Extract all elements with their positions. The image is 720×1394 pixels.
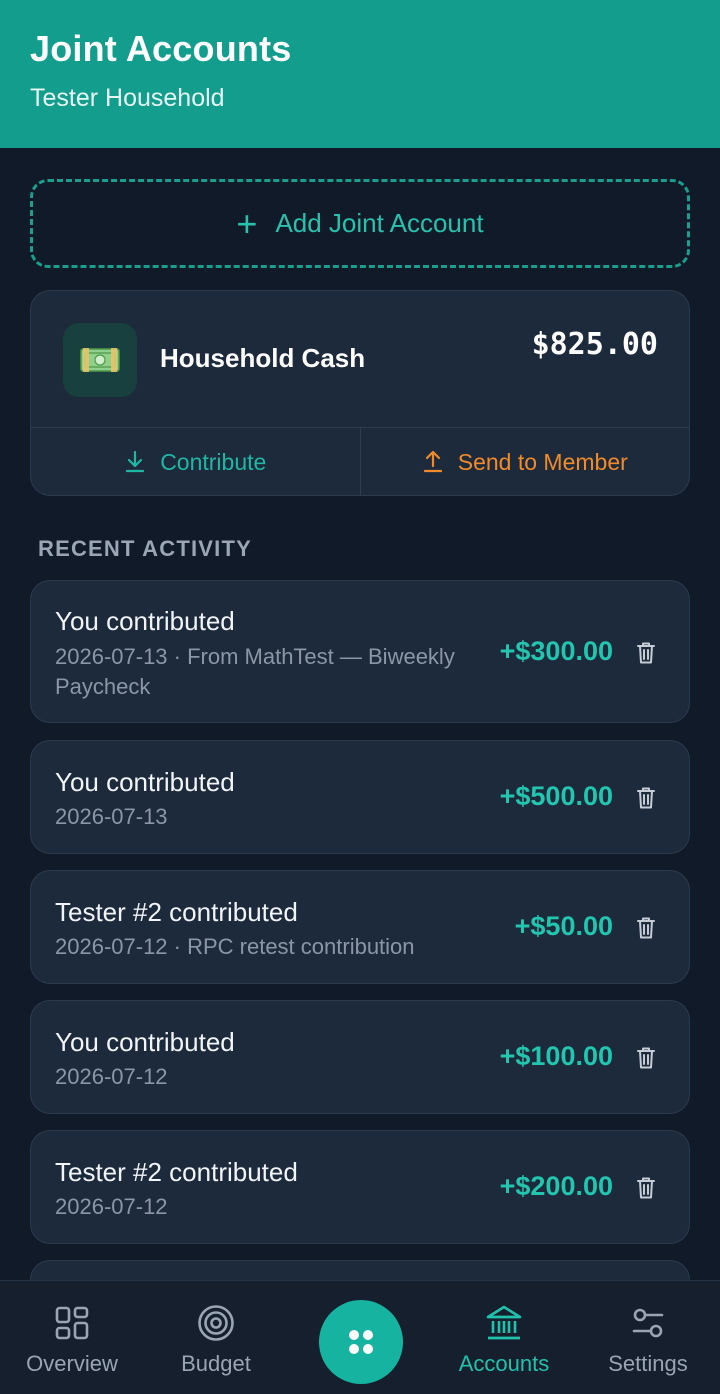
send-to-member-label: Send to Member [457,448,628,475]
app-header: Joint Accounts Tester Household [0,0,720,148]
nav-accounts-label: Accounts [458,1351,550,1376]
dots-grid-icon [349,1330,373,1354]
page-title: Joint Accounts [30,28,292,69]
nav-settings-label: Settings [608,1351,688,1376]
download-icon [126,450,145,473]
activity-meta: 2026-07-12 [55,1064,168,1089]
sliders-icon [630,1303,666,1343]
activity-meta: 2026-07-12 [55,1194,168,1219]
activity-amount: +$200.00 [499,1171,613,1201]
send-to-member-button[interactable]: Send to Member [361,428,690,495]
activity-item: Tester #2 contributed 2026-07-12 · RPC r… [30,870,690,984]
contribute-button[interactable]: Contribute [31,428,361,495]
trash-icon[interactable] [635,1046,657,1070]
activity-amount: +$100.00 [499,1041,613,1071]
activity-meta: 2026-07-13 [55,804,168,829]
activity-meta: 2026-07-13 · From MathTest — Biweekly Pa… [55,644,455,699]
add-joint-account-label: Add Joint Account [275,208,484,238]
account-balance: $825.00 [531,327,658,362]
activity-meta: 2026-07-12 · RPC retest contribution [55,934,415,959]
trash-icon[interactable] [635,1176,657,1200]
activity-who: You contributed [55,606,235,636]
activity-who: Tester #2 contributed [55,1157,298,1187]
activity-amount: +$500.00 [499,781,613,811]
add-joint-account-button[interactable]: + Add Joint Account [30,179,690,268]
household-name: Tester Household [30,84,225,112]
cash-icon [63,323,137,397]
nav-settings[interactable]: Settings [576,1281,720,1394]
nav-accounts[interactable]: Accounts [432,1281,576,1394]
activity-item: You contributed 2026-07-13 +$500.00 [30,740,690,854]
account-card[interactable]: Household Cash $825.00 Contribute Send t… [30,290,690,496]
grid-icon [54,1303,90,1343]
activity-amount: +$300.00 [499,636,613,666]
nav-overview-label: Overview [26,1351,118,1376]
nav-budget-label: Budget [181,1351,251,1376]
trash-icon[interactable] [635,641,657,665]
activity-who: You contributed [55,1027,235,1057]
activity-item: Tester #2 contributed 2026-07-12 +$200.0… [30,1130,690,1244]
nav-budget[interactable]: Budget [144,1281,288,1394]
activity-who: Tester #2 contributed [55,897,298,927]
target-icon [197,1303,235,1343]
activity-item: You contributed 2026-07-13 · From MathTe… [30,580,690,723]
activity-amount: +$50.00 [514,911,613,941]
plus-icon: + [236,202,258,244]
activity-item: You contributed 2026-07-12 +$100.00 [30,1000,690,1114]
upload-icon [423,450,442,473]
bottom-navigation: Overview Budget Accounts Settings [0,1280,720,1394]
quick-actions-button[interactable] [319,1300,403,1384]
nav-overview[interactable]: Overview [0,1281,144,1394]
trash-icon[interactable] [635,786,657,810]
account-name: Household Cash [160,343,366,373]
bank-icon [485,1303,523,1343]
recent-activity-heading: RECENT ACTIVITY [38,536,252,561]
trash-icon[interactable] [635,916,657,940]
contribute-label: Contribute [160,448,267,475]
activity-who: You contributed [55,767,235,797]
